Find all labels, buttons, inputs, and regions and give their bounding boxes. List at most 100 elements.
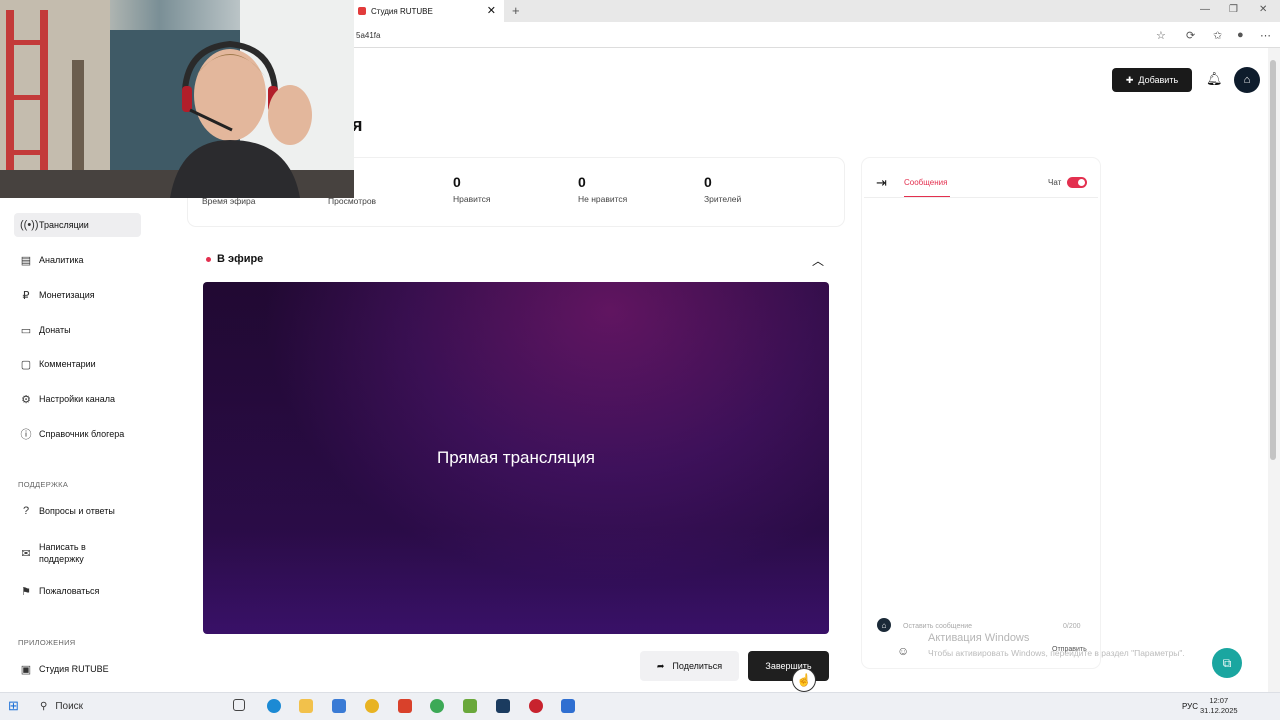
torrent-icon[interactable]	[463, 699, 477, 713]
sidebar-item-studio-app[interactable]: ▣ Студия RUTUBE	[14, 657, 141, 681]
apps-heading: ПРИЛОЖЕНИЯ	[18, 638, 76, 647]
share-button[interactable]: ➦ Поделиться	[640, 651, 739, 681]
browser-tab-title: Студия RUTUBE	[371, 6, 433, 16]
webcam-image	[0, 0, 354, 198]
player-title: Прямая трансляция	[437, 448, 595, 467]
sidebar-item-label: Справочник блогера	[39, 429, 125, 439]
share-button-label: Поделиться	[672, 661, 723, 671]
scrollbar-thumb[interactable]	[1270, 60, 1276, 460]
bell-icon[interactable]: 🔔︎	[1206, 71, 1223, 87]
app-icon[interactable]	[398, 699, 412, 713]
edge-browser-icon[interactable]	[267, 699, 281, 713]
favorite-star-icon[interactable]: ☆	[1156, 29, 1166, 42]
mouse-cursor-icon: ☝	[792, 668, 816, 692]
extensions-icon[interactable]: ⟳	[1186, 29, 1195, 42]
clock-date: 31.12.2025	[1200, 706, 1238, 715]
sidebar-item-label: Студия RUTUBE	[39, 664, 109, 674]
stat-value: 0	[704, 174, 712, 190]
sidebar-item-donations[interactable]: ▭ Донаты	[14, 318, 141, 342]
favorites-icon[interactable]: ✩	[1213, 29, 1222, 42]
flag-icon: ⚑	[21, 585, 31, 598]
windows-start-icon[interactable]: ⊞	[8, 698, 19, 714]
new-tab-button[interactable]: +	[512, 3, 520, 18]
chevron-up-icon[interactable]: ︿	[812, 252, 824, 269]
chat-divider	[864, 197, 1098, 198]
comment-icon: ▢	[20, 358, 32, 371]
menu-dots-icon[interactable]: ⋯	[1260, 29, 1271, 42]
sidebar-item-settings[interactable]: ⚙ Настройки канала	[14, 387, 141, 411]
clock-time: 12:07	[1209, 696, 1229, 705]
taskbar-clock[interactable]: 12:07 31.12.2025	[1200, 696, 1238, 716]
chat-message-input[interactable]: Оставить сообщение	[903, 623, 972, 630]
ruble-icon: ₽	[22, 289, 30, 302]
end-stream-button[interactable]: Завершить	[748, 651, 829, 681]
broadcast-icon: ((•))	[20, 219, 39, 231]
sidebar-item-write-support[interactable]: ✉ Написать в поддержку	[14, 539, 141, 567]
language-indicator[interactable]: РУС	[1182, 702, 1198, 711]
sidebar-item-label: Трансляции	[39, 220, 89, 230]
analytics-icon: ▤	[20, 254, 32, 267]
sidebar-item-label: Вопросы и ответы	[39, 506, 115, 516]
taskbar-search[interactable]: ⚲ Поиск	[34, 696, 214, 716]
add-button-label: Добавить	[1138, 75, 1179, 85]
search-icon: ⚲	[40, 700, 48, 712]
sidebar-item-broadcasts[interactable]: ((•)) Трансляции	[14, 213, 141, 237]
live-status: В эфире	[206, 253, 263, 265]
stat-likes: 0 Нравится	[453, 174, 491, 204]
sidebar-item-monetization[interactable]: ₽ Монетизация	[14, 283, 141, 307]
sidebar-item-label: Настройки канала	[39, 394, 116, 404]
collapse-chat-icon[interactable]: ⇥	[876, 175, 887, 191]
chat-toggle[interactable]	[1067, 177, 1087, 188]
stat-value: 0	[453, 174, 461, 190]
sidebar-item-analytics[interactable]: ▤ Аналитика	[14, 248, 141, 272]
sidebar-item-label: Написать в поддержку	[39, 542, 86, 564]
sidebar-item-handbook[interactable]: ⓘ Справочник блогера	[14, 422, 141, 446]
file-explorer-icon[interactable]	[299, 699, 313, 713]
sidebar-item-complain[interactable]: ⚑ Пожаловаться	[14, 579, 141, 603]
app-icon[interactable]	[332, 699, 346, 713]
stat-viewers: 0 Зрителей	[704, 174, 741, 204]
obs-icon[interactable]	[529, 699, 543, 713]
chrome-icon[interactable]	[365, 699, 379, 713]
sidebar-item-label: Комментарии	[39, 359, 96, 369]
maximize-button[interactable]: ❐	[1229, 4, 1238, 15]
gear-icon: ⚙	[21, 393, 31, 406]
live-status-label: В эфире	[217, 253, 264, 265]
sidebar-item-label: Аналитика	[39, 255, 84, 265]
close-tab-icon[interactable]: ✕	[487, 4, 496, 17]
profile-icon[interactable]: ●	[1237, 29, 1244, 41]
task-view-icon[interactable]	[233, 699, 245, 711]
sidebar-item-label: Донаты	[39, 325, 71, 335]
avatar[interactable]: ⌂	[1234, 67, 1260, 93]
sidebar-item-comments[interactable]: ▢ Комментарии	[14, 352, 141, 376]
chat-toggle-label: Чат	[1048, 178, 1062, 187]
close-window-button[interactable]: ✕	[1259, 4, 1267, 15]
stat-dislikes: 0 Не нравится	[578, 174, 627, 204]
stat-label: Нравится	[453, 194, 491, 204]
tab-messages[interactable]: Сообщения	[904, 178, 947, 187]
taskbar-search-label: Поиск	[55, 700, 84, 712]
stat-value: 0	[578, 174, 586, 190]
support-chat-icon[interactable]: ⧉	[1212, 648, 1242, 678]
sidebar: ((•)) Трансляции ▤ Аналитика ₽ Монетизац…	[0, 200, 180, 690]
sidebar-item-label: Пожаловаться	[39, 586, 100, 596]
whatsapp-icon[interactable]	[430, 699, 444, 713]
stat-label: Не нравится	[578, 194, 628, 204]
app-icon[interactable]	[561, 699, 575, 713]
minimize-button[interactable]: —	[1200, 4, 1210, 15]
info-icon: ⓘ	[20, 429, 32, 441]
windows-activation-title: Активация Windows	[928, 632, 1030, 644]
plus-icon: ✚	[1125, 74, 1134, 85]
url-text[interactable]: 5a41fa	[356, 31, 380, 40]
live-dot-icon	[206, 256, 211, 262]
emoji-icon[interactable]: ☺	[897, 644, 909, 658]
donate-icon: ▭	[20, 324, 32, 337]
sidebar-item-faq[interactable]: ? Вопросы и ответы	[14, 499, 141, 523]
question-icon: ?	[22, 505, 30, 517]
steam-icon[interactable]	[496, 699, 510, 713]
add-button[interactable]: ✚ Добавить	[1112, 68, 1192, 92]
mail-icon: ✉	[21, 547, 31, 560]
share-icon: ➦	[656, 660, 665, 671]
browser-tab[interactable]: Студия RUTUBE ✕	[352, 0, 504, 22]
chat-char-count: 0/200	[1063, 623, 1081, 630]
